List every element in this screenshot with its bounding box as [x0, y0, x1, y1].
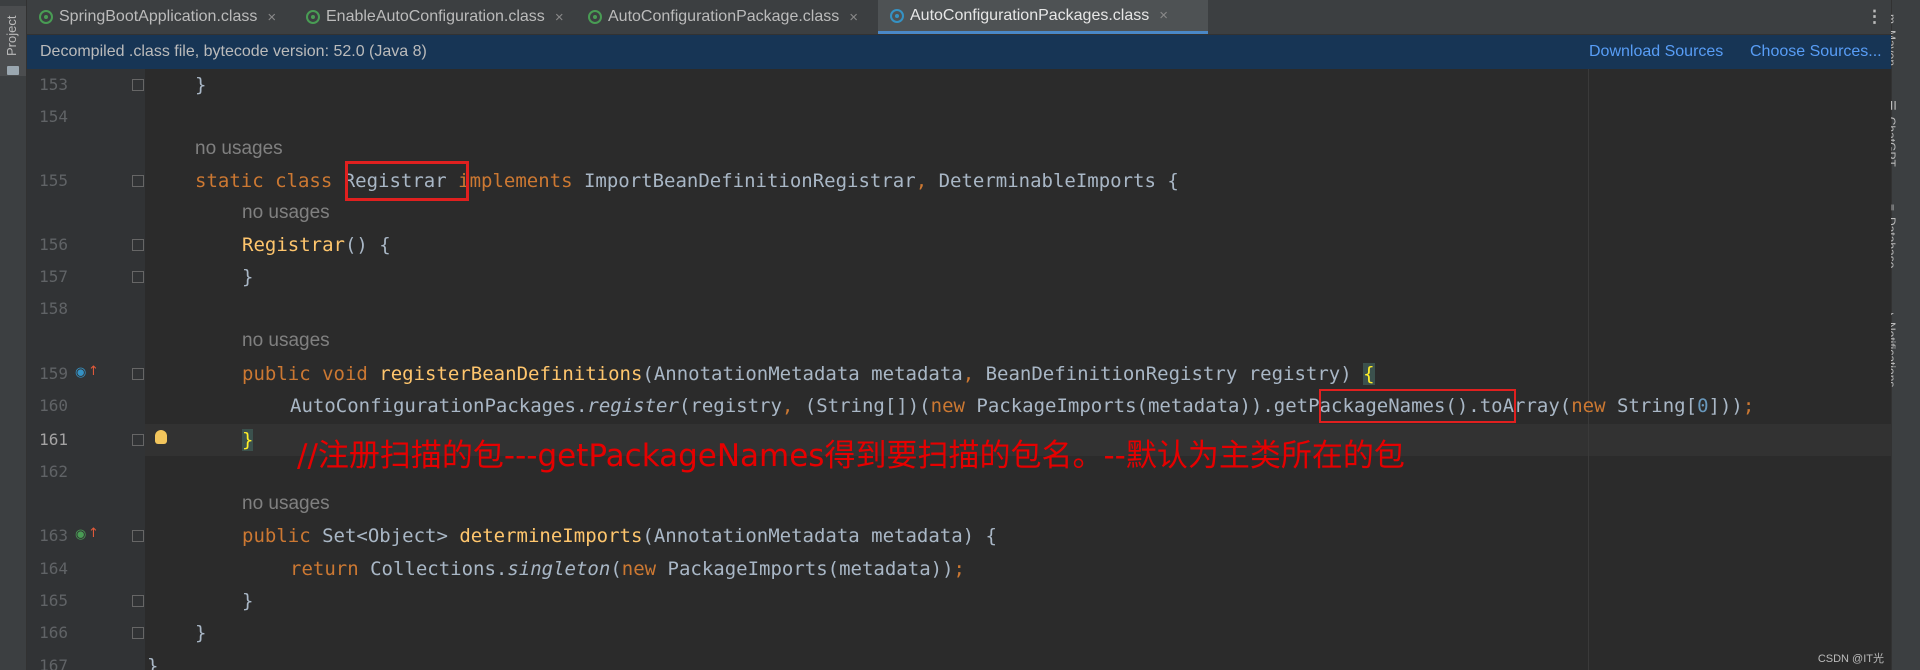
- usage-hint[interactable]: no usages: [195, 133, 283, 165]
- folder-icon: [7, 66, 19, 75]
- code-text: }: [195, 74, 207, 96]
- download-sources-link[interactable]: Download Sources: [1589, 43, 1723, 61]
- code-text: return Collections.singleton(new Package…: [290, 558, 965, 580]
- line-number: 162: [39, 462, 68, 481]
- code-text: static class Registrar implements Import…: [195, 170, 1179, 192]
- override-icon[interactable]: ◉: [75, 365, 86, 380]
- watermark: CSDN @IT光: [1817, 653, 1884, 665]
- line-number: 157: [39, 267, 68, 286]
- line-number: 167: [39, 656, 68, 670]
- fold-marker-icon[interactable]: [132, 434, 144, 446]
- fold-marker-icon[interactable]: [132, 595, 144, 607]
- code-editor[interactable]: 153 } 154 no usages 155 static class Reg…: [27, 69, 1891, 670]
- code-text: AutoConfigurationPackages.register(regis…: [290, 395, 1755, 417]
- close-icon[interactable]: ×: [555, 9, 564, 26]
- line-number: 155: [39, 171, 68, 190]
- line-number: 164: [39, 559, 68, 578]
- fold-marker-icon[interactable]: [132, 239, 144, 251]
- fold-marker-icon[interactable]: [132, 368, 144, 380]
- left-toolwindow-bar: Project: [0, 0, 27, 670]
- code-line: 164 return Collections.singleton(new Pac…: [27, 553, 1891, 585]
- code-text: }: [242, 590, 254, 612]
- tab-autoconfigurationpackage[interactable]: AutoConfigurationPackage.class ×: [576, 0, 858, 34]
- line-number: 166: [39, 623, 68, 642]
- highlight-box-registrar: [345, 161, 469, 201]
- lightbulb-icon[interactable]: [155, 430, 167, 444]
- code-line: 154: [27, 101, 1891, 133]
- code-line: 163 ◉ ↑ public Set<Object> determineImpo…: [27, 520, 1891, 552]
- class-file-icon: [588, 10, 602, 24]
- line-number: 163: [39, 526, 68, 545]
- code-text: public void registerBeanDefinitions(Anno…: [242, 363, 1375, 385]
- code-text: }: [147, 655, 159, 670]
- code-text: }: [242, 429, 254, 451]
- code-line: 167 }: [27, 650, 1891, 670]
- fold-marker-icon[interactable]: [132, 79, 144, 91]
- usage-hint[interactable]: no usages: [242, 325, 330, 357]
- code-line: 158: [27, 293, 1891, 325]
- line-number: 154: [39, 107, 68, 126]
- code-line: 166 }: [27, 617, 1891, 649]
- code-line: 156 Registrar() {: [27, 229, 1891, 261]
- project-label: Project: [4, 15, 19, 56]
- fold-marker-icon[interactable]: [132, 627, 144, 639]
- usage-hint[interactable]: no usages: [242, 197, 330, 229]
- code-line: 162: [27, 456, 1891, 488]
- code-line: 157 }: [27, 261, 1891, 293]
- code-line: 160 AutoConfigurationPackages.register(r…: [27, 390, 1891, 422]
- line-number: 159: [39, 364, 68, 383]
- tab-autoconfigurationpackages[interactable]: AutoConfigurationPackages.class ×: [878, 0, 1208, 34]
- code-line: 153 }: [27, 69, 1891, 101]
- more-tabs-icon[interactable]: ⋮: [1866, 7, 1883, 27]
- code-text: }: [242, 266, 254, 288]
- close-icon[interactable]: ×: [849, 9, 858, 26]
- line-number: 156: [39, 235, 68, 254]
- project-toolwindow-button[interactable]: Project: [0, 6, 26, 76]
- line-number: 153: [39, 75, 68, 94]
- line-number: 165: [39, 591, 68, 610]
- banner-message: Decompiled .class file, bytecode version…: [40, 43, 427, 60]
- code-text: }: [195, 622, 207, 644]
- code-text: Registrar() {: [242, 234, 391, 256]
- decompiled-banner: Decompiled .class file, bytecode version…: [27, 35, 1891, 69]
- usage-hint[interactable]: no usages: [242, 488, 330, 520]
- code-line: 155 static class Registrar implements Im…: [27, 165, 1891, 197]
- code-line: 159 ◉ ↑ public void registerBeanDefiniti…: [27, 358, 1891, 390]
- tab-enableautoconfiguration[interactable]: EnableAutoConfiguration.class ×: [294, 0, 564, 34]
- arrow-up-icon[interactable]: ↑: [88, 526, 99, 541]
- line-number: 161: [39, 430, 68, 449]
- line-number: 160: [39, 396, 68, 415]
- fold-marker-icon[interactable]: [132, 530, 144, 542]
- right-toolwindow-bar: mMaven ☰ChatGPT ≡Database ♪Notifications: [1884, 0, 1920, 670]
- choose-sources-link[interactable]: Choose Sources...: [1750, 43, 1882, 61]
- class-file-icon: [306, 10, 320, 24]
- code-text: public Set<Object> determineImports(Anno…: [242, 525, 997, 547]
- tab-springbootapplication[interactable]: SpringBootApplication.class ×: [27, 0, 276, 34]
- line-number: 158: [39, 299, 68, 318]
- editor-tab-bar: SpringBootApplication.class × EnableAuto…: [27, 0, 1891, 35]
- class-file-icon: [39, 10, 53, 24]
- close-icon[interactable]: ×: [267, 9, 276, 26]
- implements-icon[interactable]: ◉: [75, 527, 86, 542]
- fold-marker-icon[interactable]: [132, 271, 144, 283]
- code-line: 165 }: [27, 585, 1891, 617]
- close-icon[interactable]: ×: [1159, 7, 1168, 24]
- highlight-box-getpackagenames: [1319, 389, 1516, 423]
- arrow-up-icon[interactable]: ↑: [88, 364, 99, 379]
- fold-marker-icon[interactable]: [132, 175, 144, 187]
- class-file-icon: [890, 8, 904, 23]
